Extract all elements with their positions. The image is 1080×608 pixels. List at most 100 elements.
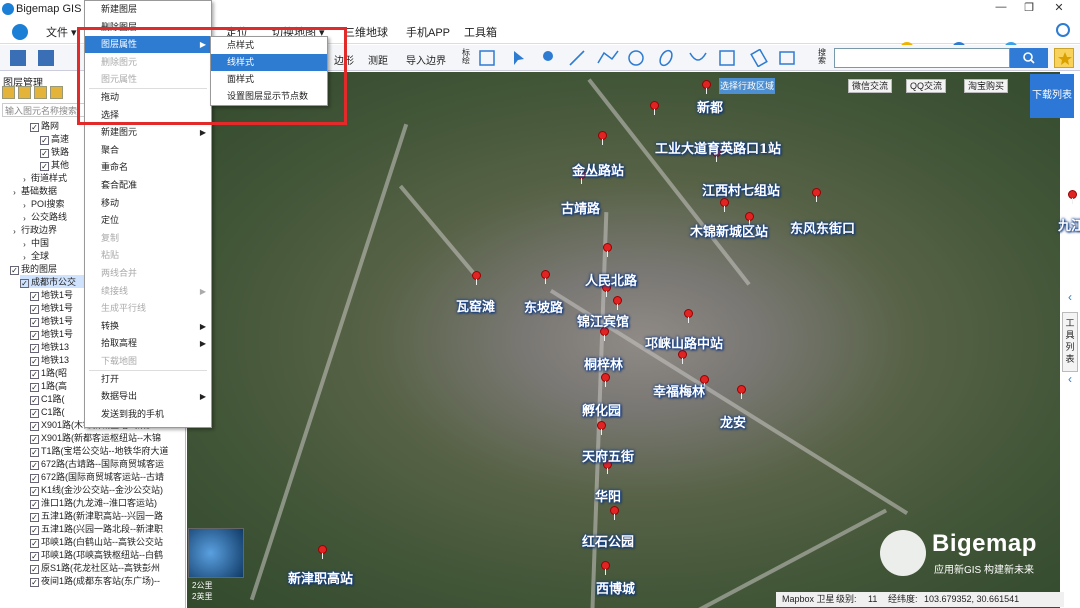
checkbox-checked-icon[interactable]: ✓ bbox=[40, 162, 49, 171]
checkbox-checked-icon[interactable]: ✓ bbox=[30, 500, 39, 509]
expand-icon[interactable]: › bbox=[20, 241, 29, 249]
checkbox-checked-icon[interactable]: ✓ bbox=[30, 370, 39, 379]
wechat-button[interactable]: 微信交流 bbox=[848, 79, 893, 93]
station-label[interactable]: 工业大道育英路口1站 bbox=[655, 138, 781, 157]
checkbox-checked-icon[interactable]: ✓ bbox=[30, 331, 39, 340]
checkbox-checked-icon[interactable]: ✓ bbox=[30, 513, 39, 522]
measure-tool-label[interactable]: 测距 bbox=[368, 52, 388, 67]
select-region-button[interactable]: 选择行政区域 bbox=[719, 78, 775, 94]
map-pin-icon[interactable] bbox=[812, 188, 821, 202]
save-layer-icon[interactable] bbox=[18, 86, 31, 99]
checkbox-checked-icon[interactable]: ✓ bbox=[30, 474, 39, 483]
menu-item[interactable]: 套合配准 bbox=[85, 177, 211, 194]
search-button[interactable] bbox=[1010, 48, 1048, 68]
checkbox-checked-icon[interactable]: ✓ bbox=[30, 539, 39, 548]
menu-item[interactable]: 发送到我的手机 bbox=[85, 406, 211, 423]
taobao-button[interactable]: 淘宝购买 bbox=[964, 79, 1009, 93]
map-pin-icon[interactable] bbox=[650, 101, 659, 115]
expand-icon[interactable]: › bbox=[20, 202, 29, 210]
station-label[interactable]: 幸福梅林 bbox=[653, 381, 705, 400]
map-pin-icon[interactable] bbox=[601, 373, 610, 387]
checkbox-checked-icon[interactable]: ✓ bbox=[30, 396, 39, 405]
station-label[interactable]: 桐梓林 bbox=[584, 354, 623, 373]
station-label[interactable]: 龙安 bbox=[720, 412, 746, 431]
checkbox-checked-icon[interactable]: ✓ bbox=[40, 149, 49, 158]
menu-item[interactable]: 数据导出 ▶ bbox=[85, 388, 211, 405]
expand-icon[interactable]: › bbox=[10, 228, 19, 236]
layer-delete-icon[interactable] bbox=[50, 86, 63, 99]
map-pin-icon[interactable] bbox=[597, 421, 606, 435]
map-pin-icon[interactable] bbox=[601, 561, 610, 575]
station-label[interactable]: 西博城 bbox=[596, 578, 635, 597]
station-label[interactable]: 邛崃山路中站 bbox=[645, 333, 723, 352]
station-label[interactable]: 新津职高站 bbox=[288, 568, 353, 587]
map-pin-icon[interactable] bbox=[1068, 190, 1077, 204]
download-list-button[interactable]: 下载列表 bbox=[1030, 74, 1074, 118]
station-label[interactable]: 华阳 bbox=[595, 486, 621, 505]
map-pin-icon[interactable] bbox=[613, 296, 622, 310]
layer-tree-item[interactable]: ✓ 邛峡1路(白鹤山站--高铁公交站 bbox=[30, 535, 186, 548]
ellipse-icon[interactable] bbox=[658, 49, 675, 67]
arc-icon[interactable] bbox=[689, 52, 707, 61]
checkbox-checked-icon[interactable]: ✓ bbox=[30, 292, 39, 301]
map-pin-icon[interactable] bbox=[684, 309, 693, 323]
checkbox-checked-icon[interactable]: ✓ bbox=[10, 266, 19, 275]
menu-item[interactable]: 聚合 bbox=[85, 142, 211, 159]
checkbox-checked-icon[interactable]: ✓ bbox=[30, 422, 39, 431]
maximize-button[interactable]: ❐ bbox=[1018, 1, 1040, 17]
chevron-left-icon[interactable]: ‹ bbox=[1062, 290, 1078, 306]
map-pin-icon[interactable] bbox=[610, 506, 619, 520]
checkbox-checked-icon[interactable]: ✓ bbox=[30, 565, 39, 574]
checkbox-checked-icon[interactable]: ✓ bbox=[30, 578, 39, 587]
map-pin-icon[interactable] bbox=[318, 545, 327, 559]
checkbox-checked-icon[interactable]: ✓ bbox=[30, 383, 39, 392]
layer-tree-item[interactable]: ✓ 邛峡1路(邛峡高铁枢纽站--白鹤 bbox=[30, 548, 186, 561]
globe-minimap[interactable] bbox=[188, 528, 244, 578]
station-label[interactable]: 新都 bbox=[697, 97, 723, 116]
expand-icon[interactable]: › bbox=[20, 215, 29, 223]
menu-item[interactable]: 打开 bbox=[85, 371, 211, 388]
circle-icon[interactable] bbox=[628, 50, 644, 66]
layer-tree-item[interactable]: ✓ 五津1路(兴园一路北段--新津职 bbox=[30, 522, 186, 535]
layer-tree-item[interactable]: ✓ 五津1路(新津职高站--兴园一路 bbox=[30, 509, 186, 522]
checkbox-checked-icon[interactable]: ✓ bbox=[40, 136, 49, 145]
import-boundary-label[interactable]: 导入边界 bbox=[406, 52, 446, 67]
station-label[interactable]: 木锦新城区站 bbox=[690, 221, 768, 240]
station-label[interactable]: 江西村七组站 bbox=[702, 180, 780, 199]
menu-toolbox[interactable]: 工具箱 bbox=[464, 24, 497, 40]
eraser-icon[interactable] bbox=[750, 49, 768, 67]
checkbox-checked-icon[interactable]: ✓ bbox=[30, 435, 39, 444]
station-label[interactable]: 金丛路站 bbox=[572, 160, 624, 179]
menu-mobile-app[interactable]: 手机APP bbox=[406, 24, 450, 40]
map-pin-icon[interactable] bbox=[720, 198, 729, 212]
save-icon[interactable] bbox=[38, 50, 54, 66]
expand-icon[interactable]: › bbox=[20, 254, 29, 262]
menu-item[interactable]: 重命名 bbox=[85, 159, 211, 176]
rectangle-icon[interactable] bbox=[719, 50, 735, 66]
checkbox-checked-icon[interactable]: ✓ bbox=[30, 409, 39, 418]
menu-item[interactable]: 新建图元 ▶ bbox=[85, 124, 211, 141]
menu-item[interactable]: 拾取高程 ▶ bbox=[85, 335, 211, 352]
checkbox-checked-icon[interactable]: ✓ bbox=[30, 487, 39, 496]
checkbox-checked-icon[interactable]: ✓ bbox=[30, 305, 39, 314]
layer-tree-item[interactable]: ✓ 672路(国际商贸城客运站--古靖 bbox=[30, 470, 186, 483]
layer-tree-item[interactable]: ✓ 淮口1路(九龙滩--淮口客运站) bbox=[30, 496, 186, 509]
checkbox-checked-icon[interactable]: ✓ bbox=[30, 357, 39, 366]
menu-file[interactable]: 文件 ▾ bbox=[46, 24, 77, 40]
station-label[interactable]: 东风东街口 bbox=[790, 218, 855, 237]
checkbox-checked-icon[interactable]: ✓ bbox=[30, 461, 39, 470]
expand-icon[interactable]: › bbox=[20, 176, 29, 184]
menu-item[interactable]: 移动 bbox=[85, 195, 211, 212]
map-pin-icon[interactable] bbox=[603, 243, 612, 257]
qq-button[interactable]: QQ交流 bbox=[906, 79, 947, 93]
expand-icon[interactable]: › bbox=[10, 189, 19, 197]
map-pin-icon[interactable] bbox=[737, 385, 746, 399]
folder-icon[interactable] bbox=[2, 86, 15, 99]
menu-item[interactable]: 定位 bbox=[85, 212, 211, 229]
minimize-button[interactable]: — bbox=[990, 1, 1012, 17]
favorite-star-button[interactable] bbox=[1054, 48, 1074, 68]
station-label[interactable]: 古靖路 bbox=[561, 198, 600, 217]
layer-tree-item[interactable]: ✓ X901路(新都客运枢纽站--木锦 bbox=[30, 431, 186, 444]
polyline-icon[interactable] bbox=[597, 50, 619, 64]
line-icon[interactable] bbox=[569, 50, 585, 66]
